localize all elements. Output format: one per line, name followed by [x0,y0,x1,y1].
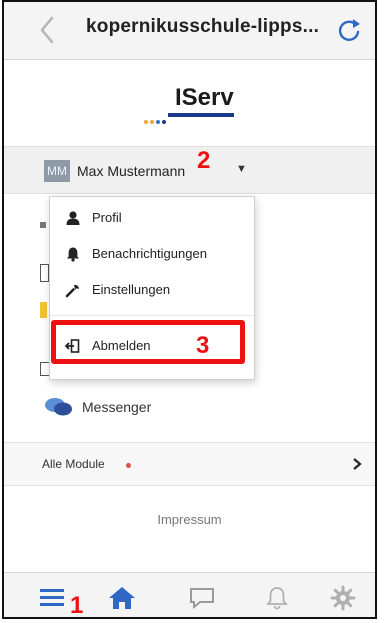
menu-item-einstellungen[interactable]: Einstellungen [50,275,254,305]
wrench-icon [65,284,80,298]
menu-divider [50,315,254,316]
reload-icon[interactable] [336,16,362,44]
logo-text: IServ [175,84,234,111]
browser-top-bar: kopernikusschule-lipps... [4,2,375,60]
hamburger-icon[interactable] [38,585,68,611]
annotation-marker-1: 1 [70,592,84,619]
hidden-nav-fragment [40,264,49,282]
hidden-nav-fragment [40,302,47,318]
menu-item-profil[interactable]: Profil [50,203,254,233]
menu-item-label: Profil [92,210,122,225]
menu-item-label: Benachrichtigungen [92,246,207,261]
chevron-right-icon [353,458,362,470]
caret-down-icon: ▼ [236,163,247,175]
messenger-label: Messenger [82,399,152,415]
nav-item-messenger[interactable]: Messenger [44,396,244,420]
iserv-logo[interactable]: IServ [4,60,375,146]
bell-icon [67,247,79,262]
avatar: MM [44,160,70,182]
app-frame: kopernikusschule-lipps... IServ MM Max M… [2,0,377,619]
home-icon[interactable] [107,585,137,611]
logo-underline [168,113,234,117]
annotation-marker-3: 3 [196,332,210,359]
bell-outline-icon[interactable] [262,585,292,611]
menu-item-benachrichtigungen[interactable]: Benachrichtigungen [50,239,254,269]
all-modules-row[interactable]: Alle Module [4,442,375,486]
bottom-tab-bar [4,572,375,617]
annotation-marker-2: 2 [197,147,211,174]
page-url-title[interactable]: kopernikusschule-lipps... [86,16,319,38]
chat-bubbles-icon [45,398,72,416]
user-menu-toggle[interactable]: MM Max Mustermann ▼ [4,146,375,194]
user-name[interactable]: Max Mustermann [77,163,185,179]
modules-indicator-dot [126,463,131,468]
all-modules-label: Alle Module [42,457,105,471]
logo-dots [144,111,168,129]
highlight-box-abmelden [51,320,245,364]
menu-item-label: Einstellungen [92,282,171,297]
hidden-nav-fragment [40,222,46,228]
speech-bubble-icon[interactable] [187,585,217,611]
gear-icon[interactable] [328,585,358,611]
user-icon [66,211,80,225]
chevron-left-icon[interactable] [34,14,62,46]
impressum-link[interactable]: Impressum [4,512,375,527]
